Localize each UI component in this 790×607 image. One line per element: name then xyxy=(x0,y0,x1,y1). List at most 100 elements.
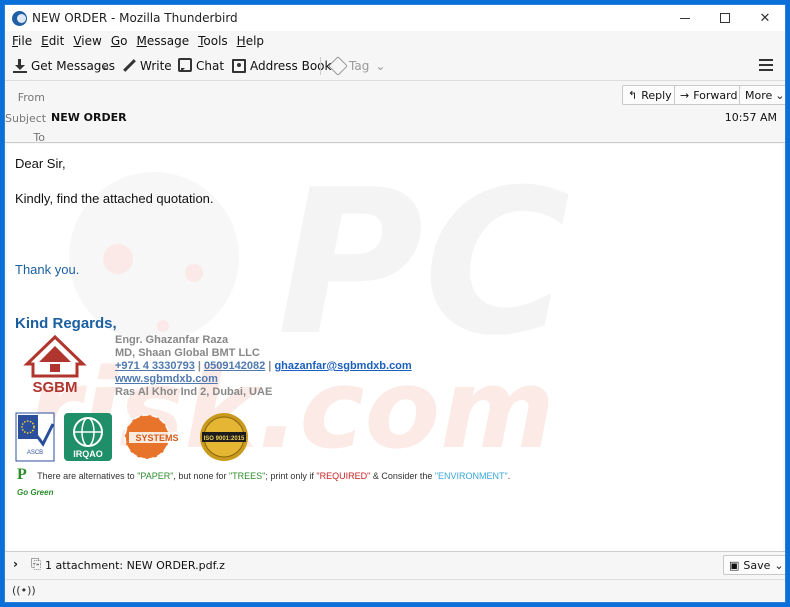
reply-label: Reply xyxy=(641,88,672,102)
body-line: Kindly, find the attached quotation. xyxy=(15,191,214,206)
menu-edit[interactable]: Edit xyxy=(41,31,64,51)
tag-icon xyxy=(328,56,348,76)
green-text: & Consider the xyxy=(370,471,435,481)
window-title: NEW ORDER - Mozilla Thunderbird xyxy=(32,11,238,25)
sgbm-logo-text: SGBM xyxy=(33,379,78,396)
menu-view-rest: iew xyxy=(81,34,102,48)
message-body: PC risk.com Dear Sir, Kindly, find the a… xyxy=(7,144,783,551)
menu-message-rest: essage xyxy=(146,34,190,48)
watermark-text: PC xyxy=(277,164,570,364)
write-button[interactable]: Write xyxy=(122,54,172,78)
get-messages-button[interactable]: Get Messages xyxy=(13,54,115,78)
more-label: More xyxy=(745,88,773,102)
address-book-button[interactable]: Address Book xyxy=(232,54,331,78)
pencil-icon xyxy=(122,59,136,73)
signature-web: www.sgbmdxb.com xyxy=(115,373,218,385)
ascb-label: ASCB xyxy=(27,450,43,456)
menu-edit-rest: dit xyxy=(48,34,65,48)
paperclip-icon: ⎘ xyxy=(31,557,42,572)
maximize-button[interactable] xyxy=(705,5,745,31)
tag-label: Tag xyxy=(349,59,370,73)
save-label: Save xyxy=(743,558,771,572)
reply-button[interactable]: ↰ Reply xyxy=(622,85,678,105)
chat-label: Chat xyxy=(196,59,225,73)
green-required: "REQUIRED" xyxy=(316,471,371,481)
minimize-button[interactable] xyxy=(665,5,705,31)
menu-view[interactable]: View xyxy=(73,31,101,51)
go-green-p: P xyxy=(17,466,27,483)
status-bar: ((•)) xyxy=(5,579,785,602)
signature-separator: | xyxy=(194,360,205,372)
expand-attachments-icon[interactable]: › xyxy=(13,557,18,571)
toolbar-separator xyxy=(320,57,321,75)
chat-button[interactable]: Chat xyxy=(178,54,224,78)
phone-link-2[interactable]: 0509142082 xyxy=(204,360,265,372)
signature-address: Ras Al Khor Ind 2, Dubai, UAE xyxy=(115,386,273,398)
minimize-icon xyxy=(680,17,690,19)
green-text: There are alternatives to xyxy=(37,471,138,481)
regards-line: Kind Regards, xyxy=(15,315,117,332)
menu-help[interactable]: Help xyxy=(237,31,264,51)
go-green-message: P There are alternatives to "PAPER", but… xyxy=(17,466,510,484)
app-menu-icon[interactable] xyxy=(759,59,773,71)
chevron-down-icon: ⌄ xyxy=(774,558,784,572)
forward-icon: → xyxy=(680,88,690,102)
subject-label: Subject xyxy=(5,112,47,125)
watermark-dot xyxy=(103,244,133,274)
menu-file-rest: ile xyxy=(18,34,33,48)
watermark-dot xyxy=(185,264,203,282)
iso-badge: ISO 9001:2015 xyxy=(200,413,248,461)
tag-button[interactable]: Tag ⌄ xyxy=(328,54,385,78)
menu-edit-key: E xyxy=(41,34,49,48)
maximize-icon xyxy=(720,13,730,23)
menu-go-key: G xyxy=(110,34,121,48)
chevron-down-icon: ⌄ xyxy=(101,59,112,73)
go-green-tag: Go Green xyxy=(17,488,54,497)
from-label: From xyxy=(17,91,45,104)
signature-contacts: +971 4 3330793 | 0509142082 | ghazanfar@… xyxy=(115,360,412,372)
attachment-bar: › ⎘ 1 attachment: NEW ORDER.pdf.z ▣ Save… xyxy=(5,551,785,579)
message-header: From Subject NEW ORDER To ↰ Reply → Forw… xyxy=(5,81,785,144)
website-link[interactable]: www.sgbmdxb.com xyxy=(115,373,218,385)
irqao-label: IRQAO xyxy=(73,449,103,459)
thunderbird-window: NEW ORDER - Mozilla Thunderbird ✕ File E… xyxy=(4,4,786,603)
ascb-badge: ASCB xyxy=(15,412,55,462)
green-text: , but none for xyxy=(173,471,229,481)
close-button[interactable]: ✕ xyxy=(745,5,785,31)
thanks-line: Thank you. xyxy=(15,262,80,277)
write-label: Write xyxy=(140,59,172,73)
forward-button[interactable]: → Forward xyxy=(674,85,744,105)
irqao-badge: IRQAO xyxy=(64,413,112,461)
menu-message[interactable]: Message xyxy=(136,31,189,51)
greeting: Dear Sir, xyxy=(15,156,66,171)
save-attachment-button[interactable]: ▣ Save ⌄ xyxy=(723,555,785,575)
sgbm-logo: SGBM xyxy=(23,334,87,396)
get-messages-dropdown[interactable]: ⌄ xyxy=(101,54,111,78)
more-button[interactable]: More ⌄ xyxy=(739,85,785,105)
menu-message-key: M xyxy=(136,34,147,48)
systems-label: SYSTEMS xyxy=(135,433,178,443)
menu-help-key: H xyxy=(236,34,246,48)
attachment-text[interactable]: 1 attachment: NEW ORDER.pdf.z xyxy=(45,559,225,572)
green-trees: "TREES" xyxy=(228,471,266,481)
green-text: . xyxy=(507,471,511,481)
menu-tools[interactable]: Tools xyxy=(198,31,228,51)
phone-link-1[interactable]: +971 4 3330793 xyxy=(115,360,195,372)
title-bar: NEW ORDER - Mozilla Thunderbird ✕ xyxy=(5,5,785,31)
close-icon: ✕ xyxy=(759,10,771,26)
watermark-pc: PC xyxy=(277,147,571,380)
green-paper: "PAPER" xyxy=(137,471,174,481)
watermark-dot xyxy=(157,320,169,332)
email-link[interactable]: ghazanfar@sgbmdxb.com xyxy=(274,360,411,372)
menu-go[interactable]: Go xyxy=(111,31,128,51)
forward-label: Forward xyxy=(693,88,738,102)
iso-label: ISO 9001:2015 xyxy=(204,436,245,442)
address-book-icon xyxy=(232,59,246,73)
reply-icon: ↰ xyxy=(628,88,638,102)
menu-file[interactable]: File xyxy=(12,31,32,51)
green-environment: "ENVIRONMENT" xyxy=(434,471,508,481)
chat-icon xyxy=(178,58,192,72)
connection-status-icon: ((•)) xyxy=(12,584,36,597)
menu-go-rest: o xyxy=(120,34,128,48)
signature-name: Engr. Ghazanfar Raza xyxy=(115,334,229,346)
